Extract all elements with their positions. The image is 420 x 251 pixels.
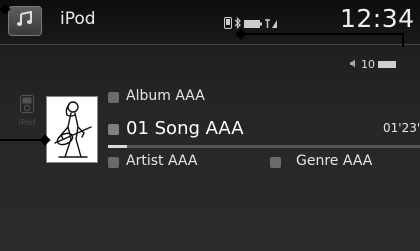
progress-fill: [108, 145, 127, 148]
top-bar: iPod 12:34: [0, 0, 420, 44]
artist-icon: [108, 157, 119, 168]
signal-icon: [264, 14, 278, 33]
artist-name: Artist AAA: [126, 153, 198, 169]
callout-line-art: [0, 139, 44, 141]
progress-bar[interactable]: [108, 145, 420, 148]
genre-icon: [270, 157, 281, 168]
speaker-icon: [350, 58, 358, 71]
side-label: iPod: [18, 118, 36, 127]
clock: 12:34: [340, 4, 415, 33]
header-divider: [0, 44, 420, 45]
source-title: iPod: [60, 9, 96, 29]
volume-level: 10: [361, 58, 375, 71]
audio-screen: iPod 12:34 10 iPod Album AAA 01 Song AAA…: [0, 0, 420, 251]
battery-icon: [244, 14, 262, 33]
callout-line-status-v: [402, 33, 404, 47]
ipod-icon: [20, 95, 34, 117]
source-button[interactable]: [8, 6, 42, 36]
volume-bar: [378, 61, 396, 68]
music-note-icon: [16, 10, 34, 31]
genre-name: Genre AAA: [296, 153, 373, 169]
side-ipod: iPod: [14, 95, 40, 127]
callout-line-source: [0, 8, 6, 10]
album-name: Album AAA: [126, 88, 205, 104]
phone-icon: [224, 14, 232, 33]
album-art: [46, 96, 98, 163]
status-icons: [224, 14, 278, 33]
elapsed-time: 01'23": [383, 121, 420, 135]
volume-indicator: 10: [350, 58, 396, 71]
song-title: 01 Song AAA: [126, 118, 244, 139]
callout-line-status-h: [241, 33, 403, 35]
album-icon: [108, 92, 119, 103]
song-icon: [108, 124, 119, 135]
